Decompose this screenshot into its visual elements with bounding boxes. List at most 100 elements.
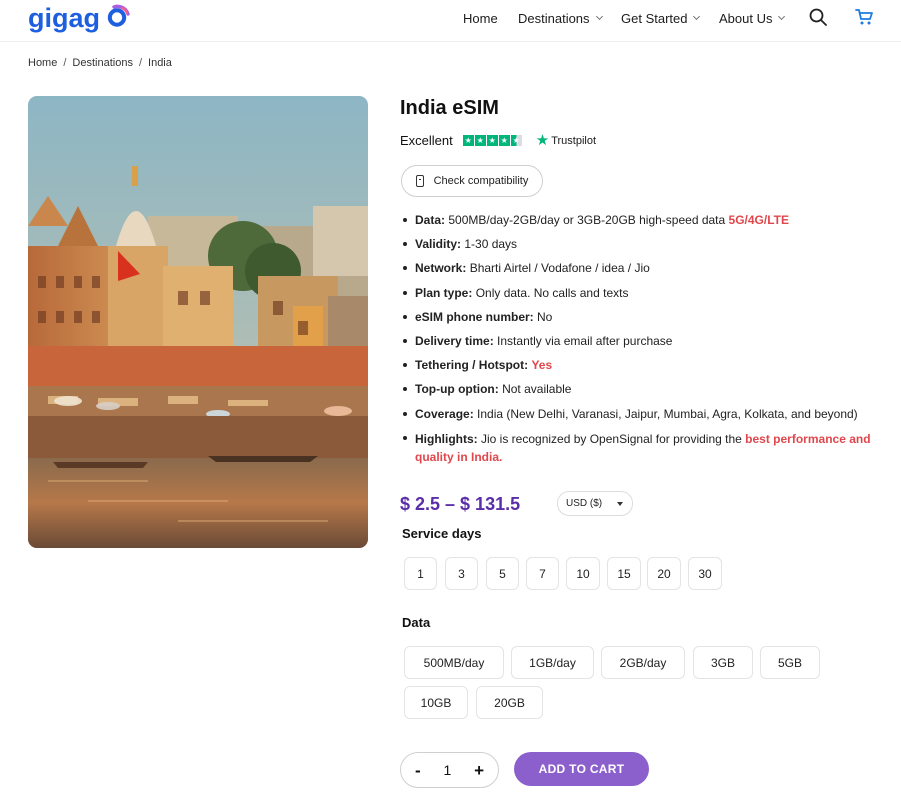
breadcrumb-current: India [148,57,172,69]
spec-value: Instantly via email after purchase [497,333,673,348]
data-option[interactable]: 20GB [476,686,543,719]
quantity-stepper: - 1 + [400,752,499,788]
chevron-down-icon [595,12,603,20]
gigago-logo[interactable]: gigag [28,2,132,36]
product-title: India eSIM [400,97,499,119]
data-option[interactable]: 2GB/day [601,646,685,679]
cart-icon [855,9,873,25]
trustpilot-logo[interactable]: ★ Trustpilot [536,133,596,148]
spec-label: Plan type: [415,285,473,300]
product-image [28,96,368,548]
breadcrumb: Home / Destinations / India [28,57,172,69]
service-day-option[interactable]: 1 [404,557,437,590]
service-day-option[interactable]: 5 [486,557,519,590]
currency-value: USD ($) [566,498,603,509]
cart-button[interactable] [854,7,874,27]
product-specs: Data: 500MB/day-2GB/day or 3GB-20GB high… [400,212,890,470]
search-icon [809,8,827,26]
check-compatibility-button[interactable]: Check compatibility [401,165,543,197]
nav-destinations-label: Destinations [518,10,590,26]
check-compatibility-label: Check compatibility [433,175,529,187]
nav-about-us[interactable]: About Us [719,0,786,36]
spec-label: Network: [415,261,467,276]
breadcrumb-separator: / [63,57,67,69]
spec-label: Delivery time: [415,333,494,348]
star-icon: ★ [498,135,510,146]
spec-highlights: Highlights: Jio is recognized by OpenSig… [400,430,890,470]
spec-validity: Validity: 1-30 days [400,236,890,260]
spec-coverage: Coverage: India (New Delhi, Varanasi, Ja… [400,406,890,430]
spec-highlight: Yes [531,358,553,373]
service-day-option[interactable]: 20 [647,557,681,590]
spec-label: Coverage: [415,406,474,421]
chevron-down-icon [778,12,786,20]
currency-select[interactable]: USD ($) [557,491,633,516]
spec-value: Jio is recognized by OpenSignal for prov… [481,431,742,446]
rating-label: Excellent [400,133,453,148]
trustpilot-star-icon: ★ [535,132,550,149]
spec-value: No [537,309,553,324]
breadcrumb-separator: / [138,57,143,69]
spec-value: India (New Delhi, Varanasi, Jaipur, Mumb… [477,406,858,421]
spec-data: Data: 500MB/day-2GB/day or 3GB-20GB high… [400,212,890,236]
service-day-option[interactable]: 30 [688,557,722,590]
site-header: gigag Home Destinations Get Started Abou… [0,0,901,42]
service-day-option[interactable]: 3 [445,557,478,590]
star-icon: ★ [462,135,474,146]
spec-highlight: 5G/4G/LTE [728,213,789,227]
nav-home-label: Home [463,10,498,26]
data-label: Data [402,615,431,630]
data-option[interactable]: 1GB/day [511,646,594,679]
star-icon: ★ [486,135,498,146]
search-button[interactable] [808,7,828,27]
spec-label: Data: [415,213,446,227]
spec-highlight: best performance and [745,431,871,446]
spec-value: Only data. No calls and texts [475,285,629,300]
spec-label: Validity: [415,237,462,252]
spec-plan-type: Plan type: Only data. No calls and texts [400,285,890,309]
spec-phone-number: eSIM phone number: No [400,309,890,333]
quantity-decrement-button[interactable]: - [415,762,421,779]
service-days-label: Service days [402,526,482,541]
service-day-option[interactable]: 15 [607,557,641,590]
spec-value: Not available [502,382,572,397]
spec-label: Top-up option: [415,382,499,397]
price-range: $ 2.5 – $ 131.5 [400,494,521,514]
spec-network: Network: Bharti Airtel / Vodafone / idea… [400,260,890,284]
spec-label: eSIM phone number: [415,309,534,324]
nav-destinations[interactable]: Destinations [518,0,603,36]
spec-tethering: Tethering / Hotspot: Yes [400,357,890,381]
data-option[interactable]: 3GB [693,646,753,679]
nav-get-started-label: Get Started [621,10,688,26]
phone-icon [415,175,424,187]
nav-get-started[interactable]: Get Started [621,0,701,36]
spec-delivery: Delivery time: Instantly via email after… [400,333,890,357]
add-to-cart-button[interactable]: ADD TO CART [514,752,649,786]
data-option[interactable]: 500MB/day [404,646,504,679]
spec-label: Highlights: [415,431,478,446]
star-icon: ★ [474,135,486,146]
trustpilot-label: Trustpilot [551,134,597,147]
service-day-option[interactable]: 10 [566,557,600,590]
breadcrumb-home[interactable]: Home [28,57,57,69]
svg-text:gigag: gigag [28,3,100,33]
gigago-logo-mark: gigag [28,3,130,33]
quantity-value[interactable]: 1 [443,762,451,778]
spec-value: 500MB/day-2GB/day or 3GB-20GB high-speed… [448,213,726,227]
caret-down-icon [617,502,623,506]
quantity-increment-button[interactable]: + [474,762,484,779]
spec-label: Tethering / Hotspot: [415,358,529,373]
rating-stars: ★ ★ ★ ★ ★ [462,135,522,146]
nav-about-us-label: About Us [719,10,773,26]
service-day-option[interactable]: 7 [526,557,559,590]
trustpilot-rating: Excellent ★ ★ ★ ★ ★ ★ Trustpilot [400,133,596,148]
data-option[interactable]: 10GB [404,686,468,719]
star-half-icon: ★ [510,135,522,146]
spec-value: Bharti Airtel / Vodafone / idea / Jio [469,261,650,276]
breadcrumb-destinations[interactable]: Destinations [72,57,133,69]
nav-home[interactable]: Home [463,0,498,36]
chevron-down-icon [693,12,701,20]
data-option[interactable]: 5GB [760,646,820,679]
varanasi-ghats-image [28,96,368,548]
spec-highlight: quality in India. [415,449,503,464]
